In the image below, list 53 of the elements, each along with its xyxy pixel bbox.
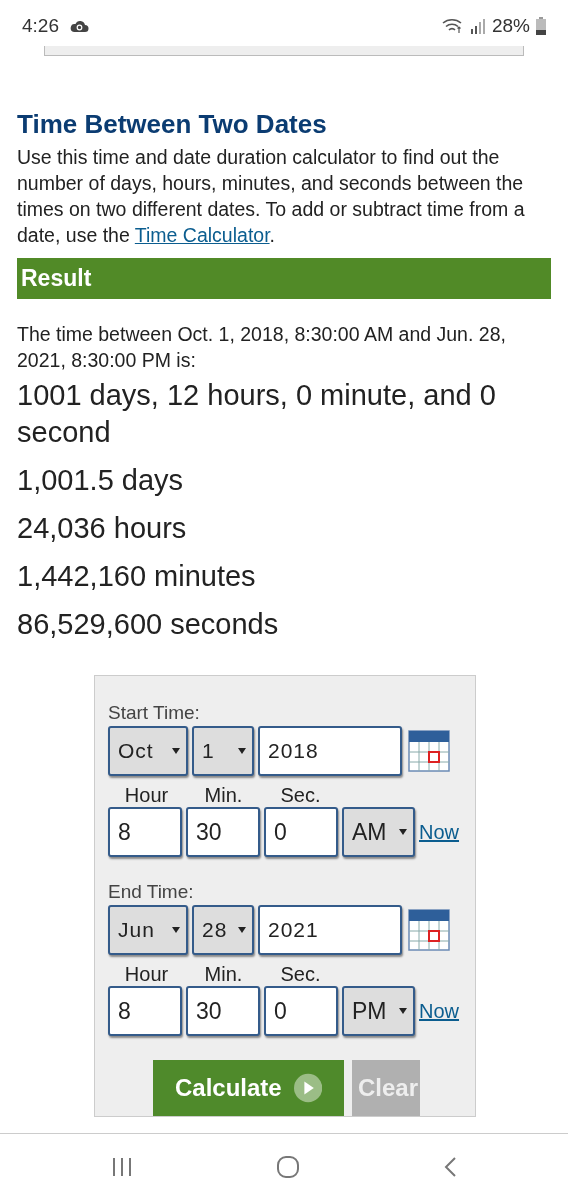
calendar-icon[interactable]: [408, 909, 450, 951]
time-calculator-link[interactable]: Time Calculator: [134, 224, 270, 246]
second-label: Sec.: [279, 963, 322, 986]
caret-icon: [172, 747, 180, 755]
result-value: 1,001.5 days: [17, 463, 185, 498]
signal-icon: [469, 18, 486, 34]
day-select[interactable]: 28: [192, 905, 254, 955]
second-label: Sec.: [279, 784, 322, 807]
result-summary: The time between Oct. 1, 2018, 8:30:00 AM and Jun. 28, 2021, 8:30:00 PM is:: [17, 322, 507, 373]
field-label: End Time:: [108, 881, 195, 903]
battery-percent: 28%: [491, 15, 530, 37]
minute-label: Min.: [203, 963, 244, 986]
back-icon[interactable]: [442, 1156, 457, 1178]
caret-icon: [238, 747, 246, 755]
minute-label: Min.: [203, 784, 244, 807]
page-title: Time Between Two Dates: [17, 109, 328, 140]
calculate-button[interactable]: Calculate: [153, 1060, 344, 1116]
recent-apps-icon[interactable]: [111, 1157, 134, 1177]
play-icon: [293, 1073, 322, 1103]
result-value: 86,529,600 seconds: [17, 607, 280, 642]
hour-label: Hour: [123, 784, 170, 807]
calendar-icon[interactable]: [408, 730, 450, 772]
caret-icon: [238, 926, 246, 934]
result-heading: Result: [17, 258, 551, 299]
hour-field[interactable]: 8: [108, 986, 182, 1036]
second-field[interactable]: 0: [264, 986, 338, 1036]
day-select[interactable]: 1: [192, 726, 254, 776]
caret-icon: [172, 926, 180, 934]
result-value: 1001 days, 12 hours, 0 minute, and 0 second: [17, 378, 497, 450]
battery-icon: [536, 17, 546, 35]
month-select[interactable]: Oct: [108, 726, 188, 776]
minute-field[interactable]: 30: [186, 986, 260, 1036]
caret-icon: [399, 828, 407, 836]
now-link[interactable]: Now: [419, 999, 459, 1023]
result-value: 1,442,160 minutes: [17, 559, 257, 594]
caret-icon: [399, 1007, 407, 1015]
home-icon[interactable]: [276, 1155, 300, 1179]
year-field[interactable]: 2021: [258, 905, 402, 955]
cloud-sync-icon: [69, 19, 89, 33]
now-link[interactable]: Now: [419, 820, 459, 844]
minute-field[interactable]: 30: [186, 807, 260, 857]
am-pm-select[interactable]: AM: [342, 807, 415, 857]
result-value: 24,036 hours: [17, 511, 188, 546]
intro-paragraph: Use this time and date duration calculator to find out the number of days, hours, minutes, and seconds between the times on two different dates. To add or subtract time from a date, use the Time Calculator.: [17, 145, 526, 248]
year-field[interactable]: 2018: [258, 726, 402, 776]
status-time: 4:26: [22, 15, 59, 37]
hour-label: Hour: [123, 963, 170, 986]
second-field[interactable]: 0: [264, 807, 338, 857]
wifi-icon: [441, 18, 464, 34]
month-select[interactable]: Jun: [108, 905, 188, 955]
am-pm-select[interactable]: PM: [342, 986, 415, 1036]
field-label: Start Time:: [108, 702, 201, 724]
hour-field[interactable]: 8: [108, 807, 182, 857]
